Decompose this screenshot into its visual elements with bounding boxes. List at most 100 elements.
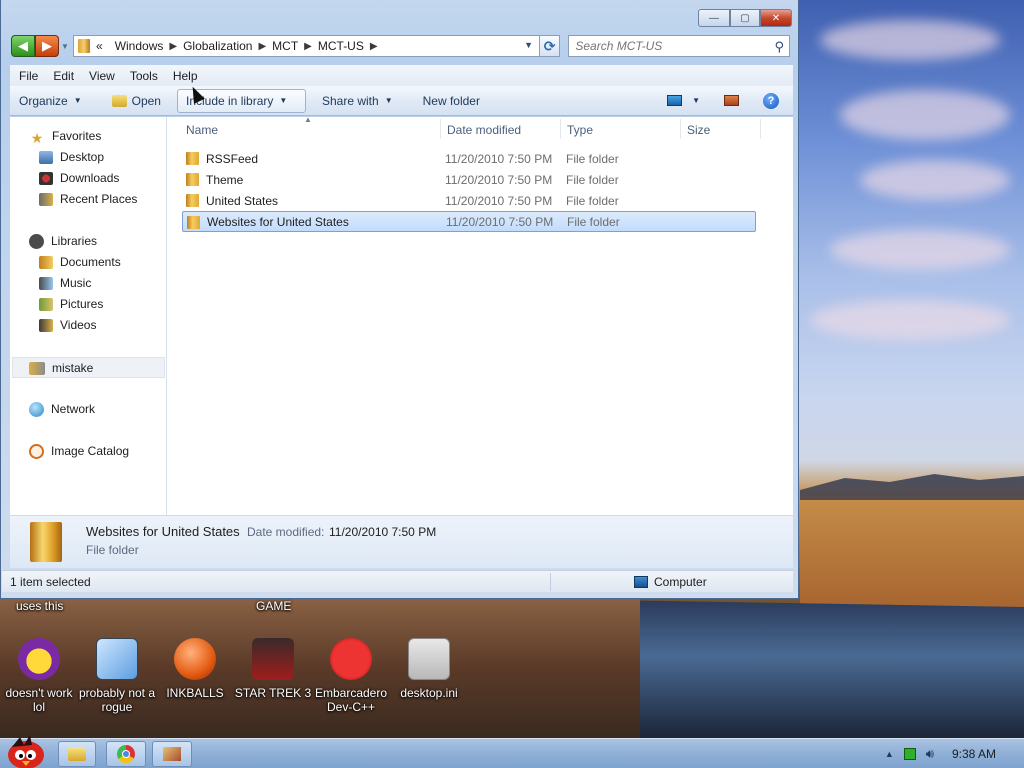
back-button[interactable]: ◀ [11, 35, 35, 57]
file-row-selected[interactable]: Websites for United States 11/20/2010 7:… [182, 211, 756, 232]
refresh-button[interactable]: ⟳ [540, 35, 561, 57]
breadcrumb-mct-us[interactable]: MCT-US [318, 39, 364, 53]
maximize-button[interactable]: ▢ [730, 9, 760, 27]
share-with-button[interactable]: Share with ▼ [314, 89, 401, 113]
desktop-icon-rogue[interactable]: probably not a rogue [78, 638, 156, 714]
command-bar: Organize ▼ Open Include in library ▼ Share… [10, 86, 793, 116]
file-row[interactable]: Theme 11/20/2010 7:50 PM File folder [182, 169, 756, 190]
nav-image-catalog[interactable]: Image Catalog [29, 441, 129, 461]
preview-pane-icon[interactable] [724, 95, 739, 106]
nav-label: Favorites [52, 129, 102, 143]
chevron-right-icon[interactable]: ▶ [258, 41, 266, 52]
volume-icon[interactable]: 🔊︎ [926, 746, 934, 762]
desktop-icon-label[interactable]: GAME [256, 599, 291, 613]
organize-button[interactable]: Organize ▼ [10, 89, 90, 113]
nav-downloads[interactable]: Downloads [39, 168, 119, 188]
nav-label: Documents [60, 255, 121, 269]
chevron-right-icon[interactable]: ▶ [370, 41, 378, 52]
column-name[interactable]: Name [186, 123, 218, 137]
column-size[interactable]: Size [687, 123, 710, 137]
nav-favorites[interactable]: ★ Favorites [29, 126, 102, 146]
breadcrumb-windows[interactable]: Windows [115, 39, 164, 53]
new-folder-label: New folder [422, 93, 480, 108]
settings-gears-icon [96, 638, 138, 680]
desktop-icon-label: desktop.ini [400, 686, 458, 700]
details-name: Websites for United States [86, 524, 240, 539]
menu-tools[interactable]: Tools [130, 69, 158, 83]
show-hidden-icons-icon[interactable]: ▲ [885, 749, 894, 759]
file-type: File folder [566, 172, 619, 187]
chevron-right-icon[interactable]: ▶ [304, 41, 312, 52]
address-bar[interactable]: « Windows ▶ Globalization ▶ MCT ▶ MCT-US… [73, 35, 540, 57]
documents-icon [39, 255, 53, 269]
nav-pictures[interactable]: Pictures [39, 294, 103, 314]
recent-pages-dropdown[interactable]: ▼ [59, 42, 71, 51]
search-input[interactable] [575, 39, 776, 53]
nav-music[interactable]: Music [39, 273, 91, 293]
nav-recent-places[interactable]: Recent Places [39, 189, 137, 209]
menu-view[interactable]: View [89, 69, 115, 83]
file-row[interactable]: United States 11/20/2010 7:50 PM File fo… [182, 190, 756, 211]
search-box[interactable]: ⚲ [568, 35, 790, 57]
new-folder-button[interactable]: New folder [415, 89, 488, 113]
nav-label: Libraries [51, 234, 98, 248]
breadcrumb-globalization[interactable]: Globalization [183, 39, 252, 53]
videos-icon [39, 318, 53, 332]
desktop-icon-inkballs[interactable]: INKBALLS [156, 638, 234, 700]
column-divider[interactable] [440, 119, 441, 139]
taskbar-explorer[interactable] [58, 741, 96, 767]
file-list-pane: ▲ Name Date modified Type Size RSSFeed 1… [168, 115, 793, 515]
menu-file[interactable]: File [19, 69, 38, 83]
taskbar-app[interactable] [152, 741, 192, 767]
menu-help[interactable]: Help [173, 69, 198, 83]
forward-button[interactable]: ▶ [35, 35, 59, 57]
column-divider[interactable] [560, 119, 561, 139]
nav-label: Videos [60, 318, 97, 332]
start-button[interactable] [2, 733, 52, 768]
nav-documents[interactable]: Documents [39, 252, 121, 272]
image-catalog-icon [29, 443, 44, 459]
column-headers: ▲ Name Date modified Type Size [168, 115, 763, 141]
help-icon[interactable]: ? [763, 92, 779, 109]
chevron-down-icon: ▼ [384, 96, 393, 105]
nav-videos[interactable]: Videos [39, 315, 96, 335]
desktop-icon-star-trek[interactable]: STAR TREK 3 [234, 638, 312, 700]
chevron-down-icon[interactable]: ▼ [692, 96, 700, 105]
nav-label: Network [51, 402, 96, 416]
breadcrumb-mct[interactable]: MCT [272, 39, 298, 53]
menu-edit[interactable]: Edit [53, 69, 74, 83]
column-date-modified[interactable]: Date modified [447, 123, 521, 137]
address-dropdown-icon[interactable]: ▼ [524, 40, 533, 50]
change-view-icon[interactable] [667, 95, 683, 106]
taskbar-chrome[interactable] [106, 741, 146, 767]
clock[interactable]: 9:38 AM [952, 747, 996, 761]
organize-label: Organize [19, 93, 68, 108]
chevron-right-icon[interactable]: ▶ [169, 41, 177, 52]
pictures-icon [39, 297, 53, 311]
column-divider[interactable] [760, 119, 761, 139]
nav-network[interactable]: Network [29, 399, 95, 419]
desktop-icon-desktop-ini[interactable]: desktop.ini [390, 638, 468, 700]
nav-desktop[interactable]: Desktop [39, 147, 104, 167]
column-divider[interactable] [680, 119, 681, 139]
column-type[interactable]: Type [567, 123, 593, 137]
desktop-icon-label[interactable]: uses this [16, 599, 63, 613]
power-icon[interactable] [903, 748, 916, 760]
nav-homegroup[interactable]: mistake [29, 358, 93, 378]
search-icon[interactable]: ⚲ [774, 39, 784, 55]
inkballs-icon [174, 638, 216, 680]
window-controls: — ▢ ✕ [698, 9, 792, 27]
desktop-icon-label: doesn't work lol [5, 686, 73, 714]
close-button[interactable]: ✕ [760, 9, 792, 27]
folder-icon [78, 39, 90, 53]
breadcrumb-overflow[interactable]: « [96, 39, 103, 53]
wallpaper-grass [800, 500, 1024, 610]
desktop-icon-devcpp[interactable]: Embarcadero Dev-C++ [312, 638, 390, 714]
minimize-button[interactable]: — [698, 9, 730, 27]
file-date: 11/20/2010 7:50 PM [445, 193, 553, 208]
open-button[interactable]: Open [104, 89, 169, 113]
desktop-icon-yahoo[interactable]: doesn't work lol [0, 638, 78, 714]
nav-libraries[interactable]: Libraries [29, 231, 97, 251]
status-selection: 1 item selected [10, 575, 91, 589]
file-row[interactable]: RSSFeed 11/20/2010 7:50 PM File folder [182, 148, 756, 169]
